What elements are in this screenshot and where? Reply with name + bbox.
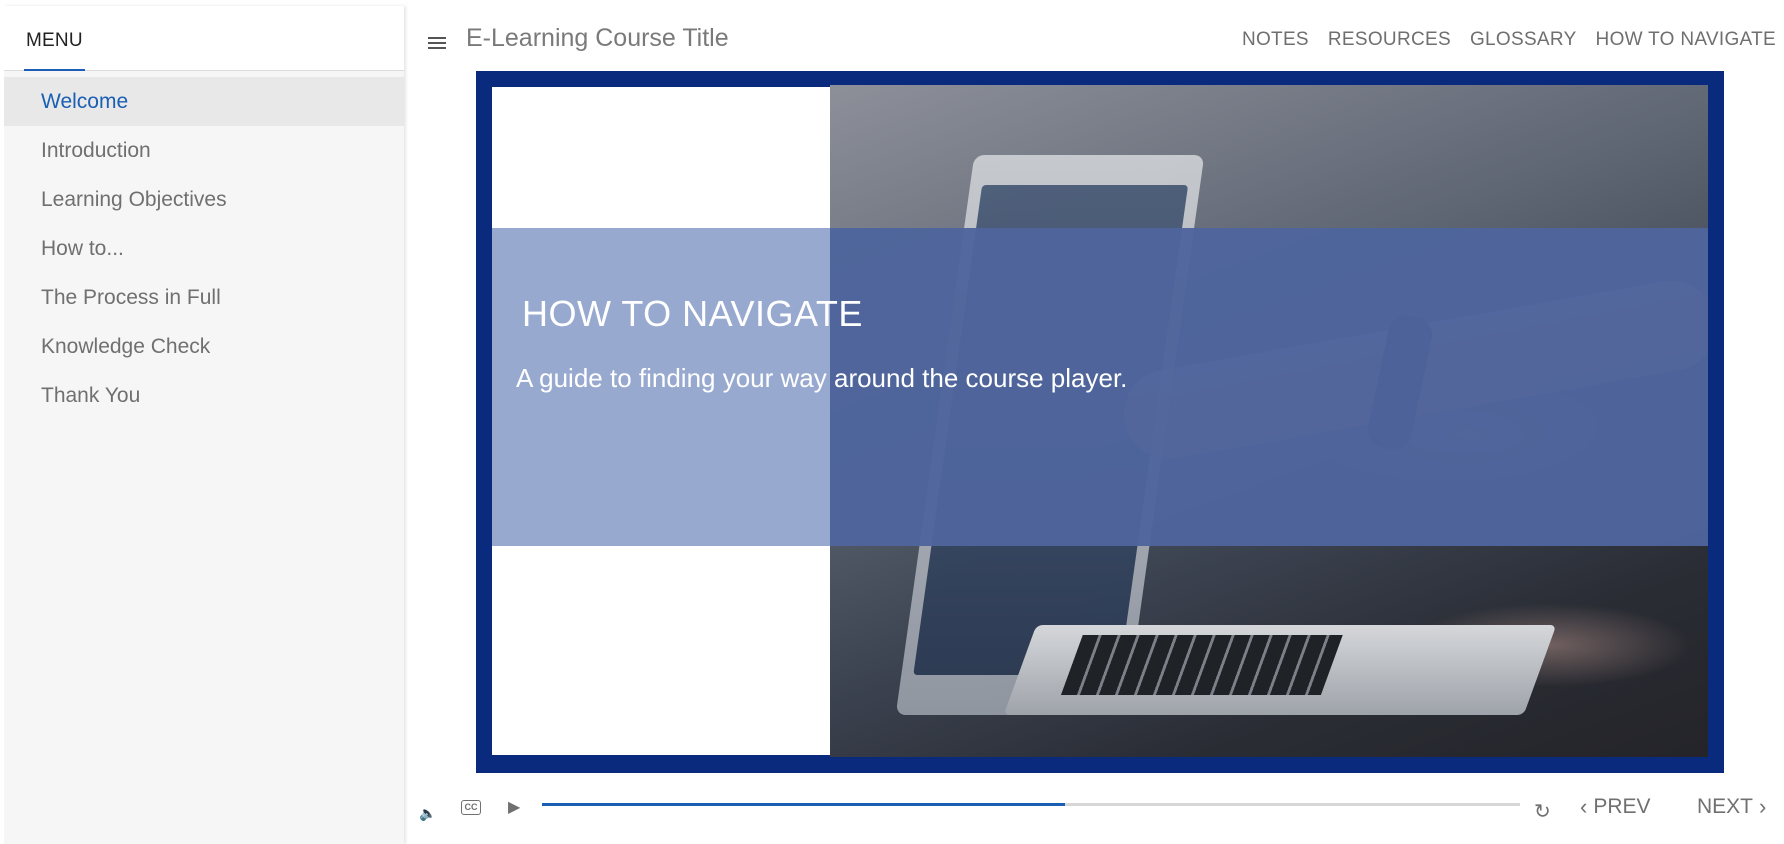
laptop-keyboard-shape — [1003, 625, 1557, 715]
top-nav: NOTES RESOURCES GLOSSARY HOW TO NAVIGATE — [1242, 29, 1776, 51]
next-button[interactable]: NEXT › — [1697, 794, 1766, 820]
replay-icon[interactable]: ↻ — [1534, 799, 1551, 824]
nav-glossary[interactable]: GLOSSARY — [1470, 29, 1577, 51]
slide-heading: HOW TO NAVIGATE — [522, 293, 863, 334]
menu-item-introduction[interactable]: Introduction — [4, 126, 404, 175]
prev-label: PREV — [1593, 795, 1651, 818]
menu-title[interactable]: MENU — [26, 30, 83, 52]
chevron-right-icon: › — [1759, 794, 1767, 819]
menu-tab-indicator — [24, 69, 85, 71]
slide-subtitle: A guide to finding your way around the c… — [516, 363, 1128, 393]
menu-item-how-to[interactable]: How to... — [4, 224, 404, 273]
sidebar-menu: MENU Welcome Introduction Learning Objec… — [4, 6, 404, 844]
seek-bar[interactable] — [542, 803, 1520, 806]
nav-how-to-navigate[interactable]: HOW TO NAVIGATE — [1596, 29, 1776, 51]
seek-bar-progress — [542, 803, 1066, 806]
slide-frame: HOW TO NAVIGATE A guide to finding your … — [476, 71, 1724, 773]
nav-notes[interactable]: NOTES — [1242, 29, 1309, 51]
next-label: NEXT — [1697, 795, 1754, 818]
menu-item-learning-objectives[interactable]: Learning Objectives — [4, 175, 404, 224]
volume-icon[interactable]: 🔈 — [419, 805, 436, 822]
menu-item-welcome[interactable]: Welcome — [4, 77, 404, 126]
menu-item-knowledge-check[interactable]: Knowledge Check — [4, 322, 404, 371]
course-title: E-Learning Course Title — [466, 24, 729, 52]
menu-item-process-in-full[interactable]: The Process in Full — [4, 273, 404, 322]
prev-button[interactable]: ‹ PREV — [1580, 794, 1651, 820]
menu-list: Welcome Introduction Learning Objectives… — [4, 77, 404, 420]
menu-item-thank-you[interactable]: Thank You — [4, 371, 404, 420]
cc-icon[interactable]: CC — [461, 800, 481, 815]
chevron-left-icon: ‹ — [1580, 794, 1588, 819]
hamburger-icon[interactable] — [428, 37, 448, 51]
nav-resources[interactable]: RESOURCES — [1328, 29, 1451, 51]
play-icon[interactable]: ▶ — [508, 797, 520, 817]
menu-header: MENU — [4, 6, 404, 71]
player-controls: 🔈 CC ▶ ↻ ‹ PREV NEXT › — [0, 790, 1784, 830]
